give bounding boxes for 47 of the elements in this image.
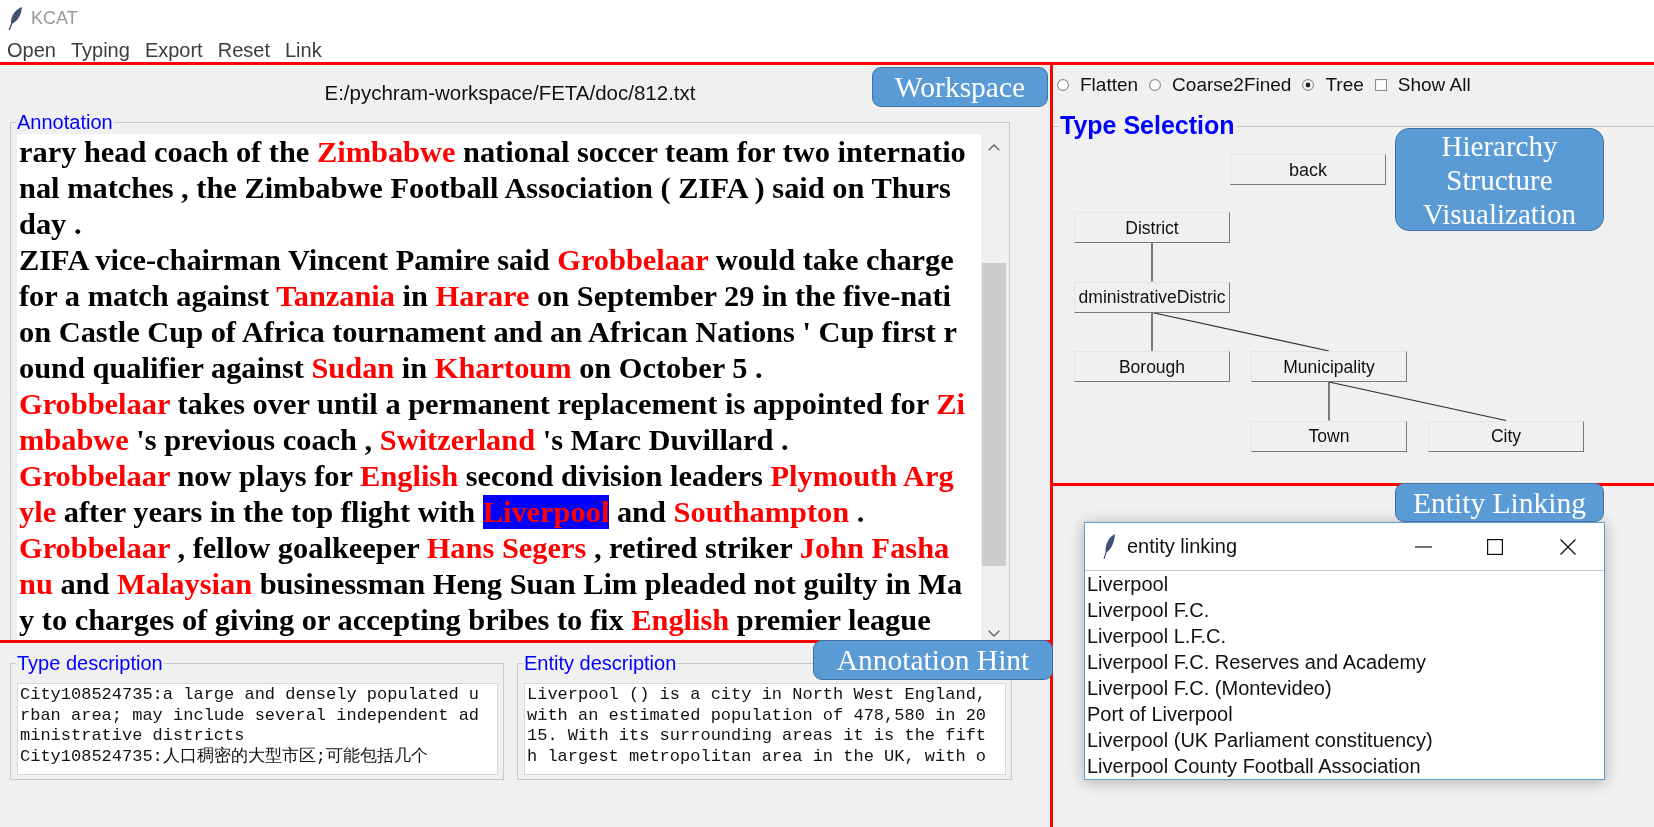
description-textbox[interactable]: Liverpool () is a city in North West England, with an estimated population of 478,580 in 20 15. With its surrounding areas it is the fift h largest metropolitan area in the UK, with o — [524, 683, 1006, 775]
callout-label: Hierarchy Structure Visualization — [1395, 128, 1604, 231]
feather-icon — [1103, 534, 1115, 559]
connector-line — [1151, 242, 1153, 283]
checkbox-icon[interactable] — [1374, 79, 1387, 91]
type-node[interactable]: City — [1428, 420, 1584, 452]
maximize-icon[interactable] — [1487, 538, 1503, 555]
list-item[interactable]: Liverpool L.F.C. — [1087, 623, 1604, 649]
menu-item[interactable]: Open — [7, 40, 56, 61]
list-item[interactable]: Liverpool — [1087, 571, 1604, 597]
list-item[interactable]: Liverpool (UK Parliament constituency) — [1087, 727, 1604, 753]
type-node[interactable]: Borough — [1074, 351, 1230, 382]
menu-item[interactable]: Typing — [70, 40, 130, 61]
list-item[interactable]: Port of Liverpool — [1087, 701, 1604, 727]
back-button[interactable]: back — [1230, 154, 1386, 185]
radio-icon[interactable] — [1302, 79, 1315, 91]
radio-option[interactable]: Coarse2Fined — [1149, 73, 1292, 97]
feather-icon — [8, 6, 22, 30]
chevron-down-icon[interactable] — [988, 630, 1000, 637]
list-item[interactable]: Liverpool County Football Association — [1087, 753, 1604, 779]
menu-item[interactable]: Export — [144, 40, 203, 61]
callout-label: Annotation Hint — [813, 640, 1053, 680]
radio-option[interactable]: Flatten — [1057, 73, 1139, 97]
chevron-up-icon[interactable] — [988, 144, 1000, 151]
scrollbar-thumb[interactable] — [982, 263, 1006, 566]
radio-icon[interactable] — [1149, 79, 1162, 91]
list-item[interactable]: Liverpool F.C. — [1087, 597, 1604, 623]
close-icon[interactable] — [1560, 538, 1576, 555]
list-item[interactable]: Liverpool F.C. Reserves and Academy — [1087, 649, 1604, 675]
type-node[interactable]: Municipality — [1251, 351, 1407, 382]
radio-option[interactable]: Tree — [1302, 73, 1364, 97]
window-title: entity linking — [1127, 535, 1238, 558]
callout-label: Workspace — [872, 67, 1048, 107]
type-node[interactable]: Town — [1251, 420, 1407, 452]
annotation-textbox[interactable]: rary head coach of the Zimbabwe national soccer team for two internatio nal matches , the Zimbabwe Football Association ( ZIFA ) said on Thurs day . ZIFA vice-chairman Vincent Pamire said Grobbelaar would take charge for a match against Tanzania in Harare on September 29 in the five-nati on Castle Cup of Africa tournament and an African Nations ' Cup first r ound qualifier against Sudan in Khartoum on October 5 . Grobbelaar takes over until a permanent replacement is appointed for Zi mbabwe 's previous coach , Switzerland 's Marc Duvillard . Grobbelaar now plays for English second division leaders Plymouth Arg yle after years in the top flight with Liverpool and Southampton . Grobbelaar , fellow goalkeeper Hans Segers , retired striker John Fasha nu and Malaysian businessman Heng Suan Lim pleaded not guilty in Ma y to charges of giving or accepting bribes to fix English premier league — [17, 134, 981, 640]
radio-icon[interactable] — [1057, 79, 1069, 91]
minimize-icon[interactable] — [1415, 545, 1432, 548]
callout-label: Entity Linking — [1395, 483, 1604, 522]
type-node[interactable]: dministrativeDistric — [1074, 281, 1230, 313]
app-title: KCAT — [31, 7, 78, 29]
list-item[interactable]: Liverpool F.C. (Montevideo) — [1087, 675, 1604, 701]
menu-item[interactable]: Link — [284, 40, 322, 61]
type-node[interactable]: District — [1074, 212, 1230, 243]
file-path: E:/pychram-workspace/FETA/doc/812.txt — [324, 81, 696, 105]
description-textbox[interactable]: City108524735:a large and densely populated u rban area; may include several independent ad ministrative districts City108524735:人口稠密的大型市区;可能包括几个 — [17, 683, 498, 775]
checkbox-option[interactable]: Show All — [1374, 73, 1471, 97]
menu-item[interactable]: Reset — [217, 40, 270, 61]
